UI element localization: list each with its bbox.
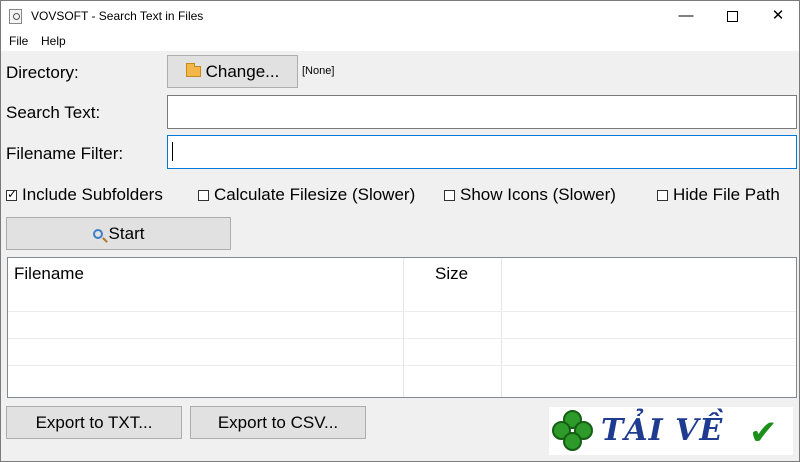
checkbox-icon xyxy=(444,189,455,201)
title-bar[interactable]: VOVSOFT - Search Text in Files — ✕ xyxy=(1,1,799,31)
row-divider xyxy=(8,338,796,339)
watermark-text: TẢI VỀ xyxy=(601,413,724,448)
minimize-button[interactable]: — xyxy=(663,1,709,31)
row-divider xyxy=(8,365,796,366)
results-list[interactable]: Filename Size xyxy=(7,257,797,398)
search-text-input[interactable] xyxy=(167,95,797,129)
checkbox-checked-icon xyxy=(6,187,17,201)
export-csv-button[interactable]: Export to CSV... xyxy=(190,406,366,439)
start-button[interactable]: Start xyxy=(6,217,231,250)
column-header-filename[interactable]: Filename xyxy=(14,264,84,284)
filename-filter-label: Filename Filter: xyxy=(6,144,124,163)
menu-help[interactable]: Help xyxy=(41,34,66,48)
include-subfolders-checkbox[interactable]: Include Subfolders xyxy=(6,185,163,205)
hide-file-path-label: Hide File Path xyxy=(673,185,780,204)
clover-icon xyxy=(551,409,595,453)
show-icons-label: Show Icons (Slower) xyxy=(460,185,616,204)
watermark-logo: TẢI VỀ ✔ xyxy=(549,407,793,455)
text-caret xyxy=(172,142,173,161)
export-txt-button[interactable]: Export to TXT... xyxy=(6,406,182,439)
app-window: VOVSOFT - Search Text in Files — ✕ File … xyxy=(0,0,800,462)
search-text-label: Search Text: xyxy=(6,103,101,122)
column-header-size[interactable]: Size xyxy=(435,264,468,284)
hide-file-path-checkbox[interactable]: Hide File Path xyxy=(657,185,780,205)
change-directory-button[interactable]: Change... xyxy=(167,55,298,88)
folder-icon xyxy=(185,63,201,77)
app-icon xyxy=(9,9,22,24)
checkbox-icon xyxy=(657,189,668,201)
show-icons-checkbox[interactable]: Show Icons (Slower) xyxy=(444,185,616,205)
row-divider xyxy=(8,311,796,312)
column-divider[interactable] xyxy=(403,258,404,397)
checkmark-icon: ✔ xyxy=(749,414,778,452)
menu-bar: File Help xyxy=(1,31,799,51)
close-button[interactable]: ✕ xyxy=(755,1,800,31)
change-button-label: Change... xyxy=(205,61,280,81)
directory-label: Directory: xyxy=(6,63,79,82)
include-subfolders-label: Include Subfolders xyxy=(22,185,163,204)
maximize-icon xyxy=(726,10,738,22)
window-title: VOVSOFT - Search Text in Files xyxy=(31,9,204,23)
search-icon xyxy=(92,228,103,239)
checkbox-icon xyxy=(198,189,209,201)
directory-value: [None] xyxy=(302,65,335,77)
maximize-button[interactable] xyxy=(709,1,755,31)
menu-file[interactable]: File xyxy=(9,34,28,48)
calculate-filesize-checkbox[interactable]: Calculate Filesize (Slower) xyxy=(198,185,415,205)
calculate-filesize-label: Calculate Filesize (Slower) xyxy=(214,185,416,204)
start-button-label: Start xyxy=(108,223,145,243)
column-divider[interactable] xyxy=(501,258,502,397)
filename-filter-input[interactable] xyxy=(167,135,797,169)
